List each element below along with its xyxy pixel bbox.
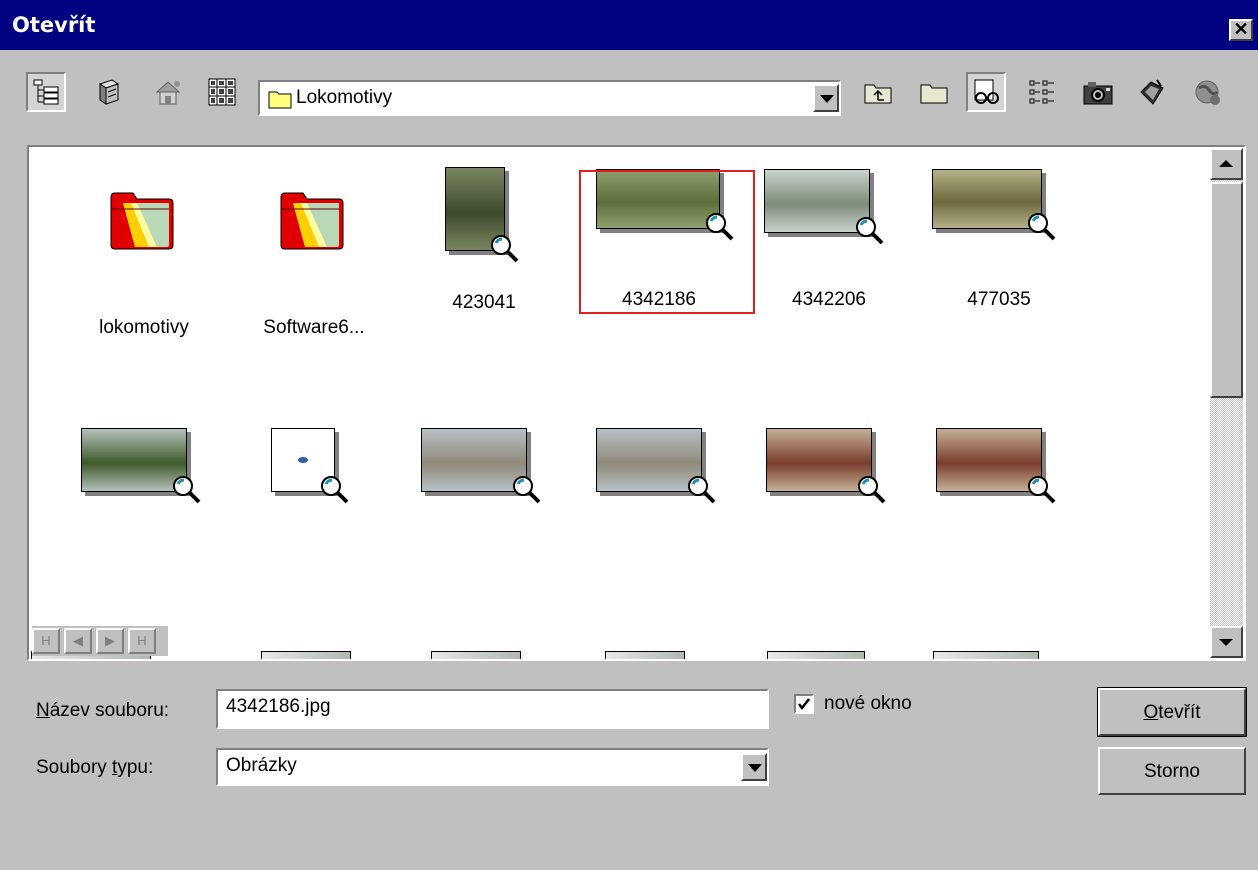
filetype-dropdown-button[interactable]	[741, 753, 767, 781]
image-thumbnail	[933, 651, 1039, 659]
new-window-checkbox[interactable]	[794, 694, 814, 714]
filetype-label: Soubory typu:	[36, 757, 154, 778]
location-combo[interactable]: Lokomotivy	[258, 80, 841, 116]
folder-item[interactable]: Software6...	[229, 167, 399, 357]
close-button[interactable]: ✕	[1229, 19, 1253, 41]
location-value: Lokomotivy	[296, 87, 393, 108]
cancel-button[interactable]: Storno	[1098, 747, 1246, 795]
favorites-button[interactable]	[1132, 72, 1172, 112]
magnifier-icon	[173, 476, 201, 504]
details-list-button[interactable]	[1022, 72, 1062, 112]
next-icon: ▶	[105, 633, 115, 648]
new-folder-button[interactable]	[914, 72, 954, 112]
file-item[interactable]: Hornokrc	[914, 412, 1084, 602]
last-icon: H	[137, 633, 147, 648]
folder-item[interactable]: lokomotivy	[59, 167, 229, 357]
image-thumbnail	[431, 651, 521, 659]
chevron-down-icon	[748, 764, 762, 772]
magnifier-icon	[856, 217, 884, 245]
nav-prev-button[interactable]: ◀	[64, 628, 92, 654]
cabinet-button[interactable]	[88, 72, 128, 112]
preview-nav-bar: H ◀ ▶ H	[32, 626, 168, 656]
cabinet-icon	[98, 79, 120, 105]
magnifier-icon	[1028, 476, 1056, 504]
magnifier-icon	[513, 476, 541, 504]
up-folder-icon	[864, 84, 892, 104]
network-button[interactable]	[148, 72, 188, 112]
file-item[interactable]: 423041	[399, 167, 569, 357]
network-icon	[155, 81, 181, 105]
logo-icon	[298, 457, 308, 463]
web-button[interactable]	[1188, 72, 1228, 112]
nav-first-button[interactable]: H	[32, 628, 60, 654]
tree-view-icon	[33, 79, 59, 105]
new-window-label: nové okno	[824, 693, 912, 714]
arrow-down-icon	[1219, 639, 1233, 646]
selection-box	[579, 170, 755, 314]
magnifier-icon	[321, 476, 349, 504]
preview-icon	[974, 79, 999, 104]
details-list-icon	[1029, 80, 1054, 104]
file-item[interactable]: 5241110	[59, 412, 229, 602]
magnifier-icon	[688, 476, 716, 504]
camera-icon	[1083, 82, 1113, 105]
file-item[interactable]: 4342186	[574, 167, 755, 357]
title-bar: Otevřít ✕	[0, 0, 1258, 50]
scroll-down-button[interactable]	[1210, 626, 1243, 658]
file-item[interactable]: h113	[574, 412, 744, 602]
file-item[interactable]: 477035	[914, 167, 1084, 357]
web-icon	[1195, 80, 1220, 105]
filename-input[interactable]: 4342186.jpg	[216, 689, 769, 729]
filetype-value: Obrázky	[226, 755, 297, 776]
location-dropdown-button[interactable]	[813, 84, 839, 112]
filetype-select[interactable]: Obrázky	[216, 748, 769, 786]
close-icon: ✕	[1233, 19, 1249, 39]
file-item[interactable]: 4342206	[744, 167, 914, 357]
thumbnails-grid-button[interactable]	[202, 72, 242, 112]
magnifier-icon	[491, 235, 519, 263]
magnifier-icon	[858, 476, 886, 504]
image-thumbnail	[767, 651, 865, 659]
favorites-icon	[1140, 79, 1164, 105]
magnifier-icon	[1028, 213, 1056, 241]
arrow-up-icon	[1219, 160, 1233, 167]
thumbnails-grid-icon	[208, 78, 236, 106]
chevron-down-icon	[820, 95, 834, 103]
file-item[interactable]: 602logo	[229, 412, 399, 602]
item-label: 423041	[452, 292, 516, 313]
tree-view-button[interactable]	[26, 72, 66, 112]
file-item[interactable]: Hornokrc	[744, 412, 914, 602]
item-label: 477035	[967, 289, 1031, 310]
image-thumbnail	[261, 651, 351, 659]
folder-icon	[280, 192, 344, 250]
filename-value: 4342186.jpg	[226, 696, 331, 717]
vertical-scrollbar[interactable]	[1210, 148, 1243, 658]
item-label: lokomotivy	[99, 317, 189, 338]
checkmark-icon	[798, 698, 810, 711]
new-folder-icon	[920, 84, 948, 104]
scroll-up-button[interactable]	[1210, 148, 1243, 180]
scroll-thumb[interactable]	[1210, 182, 1243, 398]
first-icon: H	[41, 633, 51, 648]
preview-button[interactable]	[966, 72, 1006, 112]
folder-icon	[268, 91, 292, 109]
prev-icon: ◀	[73, 633, 83, 648]
file-item[interactable]: bezdez	[399, 412, 569, 602]
camera-button[interactable]	[1078, 72, 1118, 112]
image-thumbnail	[605, 651, 685, 659]
file-list[interactable]: lokomotivy Software6... 423041 4342186 43422…	[27, 145, 1246, 661]
nav-next-button[interactable]: ▶	[96, 628, 124, 654]
item-label: Software6...	[263, 317, 365, 338]
filename-label: Název souboru:	[36, 700, 170, 721]
open-button[interactable]: Otevřít	[1097, 687, 1247, 737]
window-title: Otevřít	[12, 13, 96, 37]
nav-last-button[interactable]: H	[128, 628, 156, 654]
item-label: 4342206	[792, 289, 866, 310]
up-folder-button[interactable]	[858, 72, 898, 112]
folder-icon	[110, 192, 174, 250]
